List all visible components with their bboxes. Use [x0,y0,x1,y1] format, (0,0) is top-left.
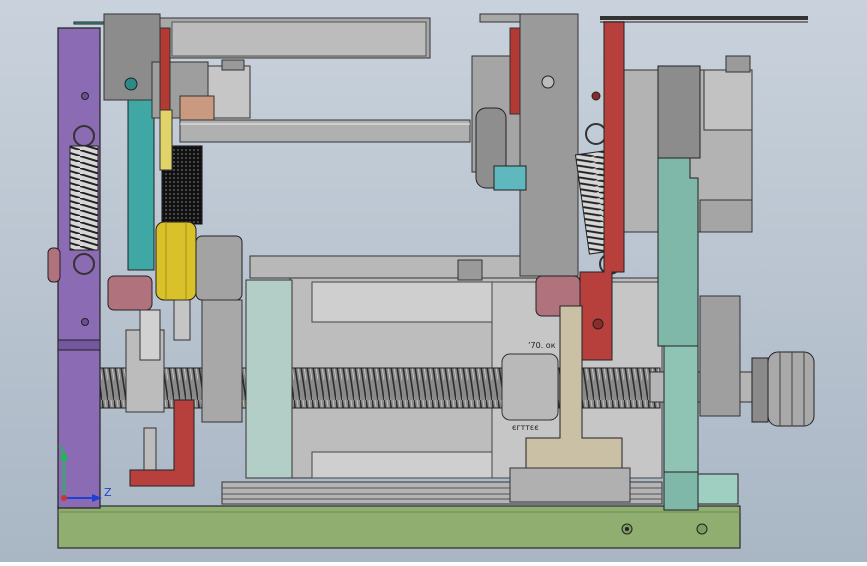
upper-guide-shaft[interactable] [179,119,471,143]
cad-viewport[interactable]: ’70. ок єгттεє Y Z [0,0,867,562]
pink-roller-left[interactable] [107,275,153,311]
cad-assembly-drawing: ’70. ок єгттεє Y Z [0,0,867,562]
y-axis-label: Y [57,444,65,457]
z-axis-label: Z [104,486,112,499]
motor-label-top: ’70. ок [528,341,556,350]
middle-guide-shaft[interactable] [249,255,541,281]
base-plate[interactable] [57,505,741,549]
motor-label-bottom: єгттεє [512,423,539,432]
